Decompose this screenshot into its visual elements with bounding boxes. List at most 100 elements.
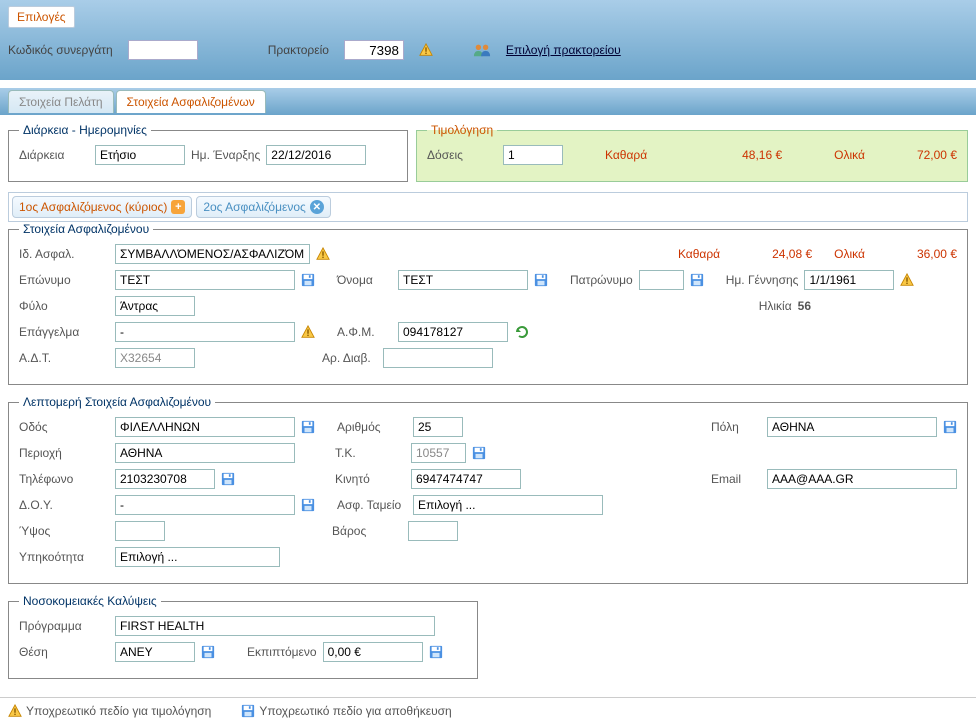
age-label: Ηλικία <box>759 299 792 313</box>
start-date-label: Ημ. Έναρξης <box>191 148 260 162</box>
zip-input <box>411 443 466 463</box>
fathername-input[interactable] <box>639 270 684 290</box>
footer-legend: Υποχρεωτικό πεδίο για τιμολόγηση Υποχρεω… <box>0 697 976 724</box>
insured-id-input[interactable] <box>115 244 310 264</box>
save-icon[interactable] <box>301 498 315 512</box>
details-fieldset: Λεπτομερή Στοιχεία Ασφαλιζομένου Οδός Αρ… <box>8 395 968 584</box>
nationality-label: Υπηκοότητα <box>19 550 109 564</box>
warning-icon <box>900 273 914 287</box>
phone-label: Τηλέφωνο <box>19 472 109 486</box>
save-icon[interactable] <box>201 645 215 659</box>
deductible-select[interactable]: 0,00 € <box>323 642 423 662</box>
net-value: 48,16 € <box>742 148 782 162</box>
class-select[interactable]: ΑΝΕΥ <box>115 642 195 662</box>
warning-icon <box>301 325 315 339</box>
save-icon[interactable] <box>221 472 235 486</box>
weight-label: Βάρος <box>332 524 402 538</box>
insured-legend: Στοιχεία Ασφαλιζομένου <box>19 222 153 236</box>
lastname-input[interactable] <box>115 270 295 290</box>
program-select[interactable]: FIRST HEALTH <box>115 616 435 636</box>
zip-label: Τ.Κ. <box>335 446 405 460</box>
insured-tabs: 1ος Ασφαλιζόμενος (κύριος) + 2ος Ασφαλιζ… <box>8 192 968 222</box>
partner-code-label: Κωδικός συνεργάτη <box>8 43 113 57</box>
phone-input[interactable] <box>115 469 215 489</box>
doy-input[interactable] <box>115 495 295 515</box>
total-value: 72,00 € <box>917 148 957 162</box>
region-label: Περιοχή <box>19 446 109 460</box>
footer-req-save: Υποχρεωτικό πεδίο για αποθήκευση <box>259 704 451 718</box>
save-icon <box>241 704 255 718</box>
refresh-icon[interactable] <box>514 324 530 340</box>
age-value: 56 <box>798 299 811 313</box>
agency-label: Πρακτορείο <box>268 43 329 57</box>
fathername-label: Πατρώνυμο <box>570 273 633 287</box>
warning-icon <box>316 247 330 261</box>
program-label: Πρόγραμμα <box>19 619 109 633</box>
insured-tab-2[interactable]: 2ος Ασφαλιζόμενος ✕ <box>196 196 330 218</box>
save-icon[interactable] <box>690 273 704 287</box>
number-label: Αριθμός <box>337 420 407 434</box>
afm-input[interactable] <box>398 322 508 342</box>
row-total-label: Ολικά <box>834 247 865 261</box>
insured-fieldset: Στοιχεία Ασφαλιζομένου Ιδ. Ασφαλ. Καθαρά… <box>8 222 968 385</box>
deductible-label: Εκπιπτόμενο <box>247 645 317 659</box>
save-icon[interactable] <box>429 645 443 659</box>
region-input[interactable] <box>115 443 295 463</box>
insured-tab-2-label: 2ος Ασφαλιζόμενος <box>203 200 305 214</box>
birthdate-input[interactable]: 1/1/1961 <box>804 270 894 290</box>
mobile-label: Κινητό <box>335 472 405 486</box>
afm-label: Α.Φ.Μ. <box>337 325 392 339</box>
add-icon[interactable]: + <box>171 200 185 214</box>
save-icon[interactable] <box>943 420 957 434</box>
row-total-value: 36,00 € <box>917 247 957 261</box>
duration-select[interactable]: Ετήσιο <box>95 145 185 165</box>
duration-legend: Διάρκεια - Ημερομηνίες <box>19 123 151 137</box>
email-input[interactable] <box>767 469 957 489</box>
row-net-label: Καθαρά <box>678 247 720 261</box>
options-button[interactable]: Επιλογές <box>8 6 75 28</box>
save-icon[interactable] <box>301 420 315 434</box>
partner-code-input[interactable] <box>128 40 198 60</box>
warning-icon <box>419 43 433 57</box>
footer-req-pricing: Υποχρεωτικό πεδίο για τιμολόγηση <box>26 704 211 718</box>
tab-insured-data[interactable]: Στοιχεία Ασφαλιζομένων <box>116 90 266 113</box>
save-icon[interactable] <box>534 273 548 287</box>
duration-label: Διάρκεια <box>19 148 89 162</box>
number-input[interactable] <box>413 417 463 437</box>
start-date-input[interactable]: 22/12/2016 <box>266 145 366 165</box>
insured-id-label: Ιδ. Ασφαλ. <box>19 247 109 261</box>
passport-input[interactable] <box>383 348 493 368</box>
job-input[interactable] <box>115 322 295 342</box>
height-input[interactable] <box>115 521 165 541</box>
insured-tab-1[interactable]: 1ος Ασφαλιζόμενος (κύριος) + <box>12 196 192 218</box>
installments-select[interactable]: 1 <box>503 145 563 165</box>
installments-label: Δόσεις <box>427 148 497 162</box>
tab-client-data[interactable]: Στοιχεία Πελάτη <box>8 90 114 113</box>
pricing-legend: Τιμολόγηση <box>427 123 497 137</box>
agency-input[interactable] <box>344 40 404 60</box>
details-legend: Λεπτομερή Στοιχεία Ασφαλιζομένου <box>19 395 215 409</box>
fund-select[interactable]: Επιλογή ... <box>413 495 603 515</box>
mobile-input[interactable] <box>411 469 521 489</box>
insured-tab-1-label: 1ος Ασφαλιζόμενος (κύριος) <box>19 200 167 214</box>
total-label: Ολικά <box>834 148 865 162</box>
city-input[interactable] <box>767 417 937 437</box>
warning-icon <box>8 704 22 718</box>
firstname-label: Όνομα <box>337 273 392 287</box>
street-label: Οδός <box>19 420 109 434</box>
nationality-select[interactable]: Επιλογή ... <box>115 547 280 567</box>
pricing-fieldset: Τιμολόγηση Δόσεις 1 Καθαρά 48,16 € Ολικά… <box>416 123 968 182</box>
weight-input[interactable] <box>408 521 458 541</box>
save-icon[interactable] <box>301 273 315 287</box>
doy-label: Δ.Ο.Υ. <box>19 498 109 512</box>
fund-label: Ασφ. Ταμείο <box>337 498 407 512</box>
remove-icon[interactable]: ✕ <box>310 200 324 214</box>
hospital-fieldset: Νοσοκομειακές Καλύψεις Πρόγραμμα FIRST H… <box>8 594 478 679</box>
save-icon[interactable] <box>472 446 486 460</box>
email-label: Email <box>711 472 761 486</box>
gender-select[interactable]: Άντρας <box>115 296 195 316</box>
firstname-input[interactable] <box>398 270 528 290</box>
duration-fieldset: Διάρκεια - Ημερομηνίες Διάρκεια Ετήσιο Η… <box>8 123 408 182</box>
street-input[interactable] <box>115 417 295 437</box>
pick-agency-link[interactable]: Επιλογή πρακτορείου <box>506 43 621 57</box>
